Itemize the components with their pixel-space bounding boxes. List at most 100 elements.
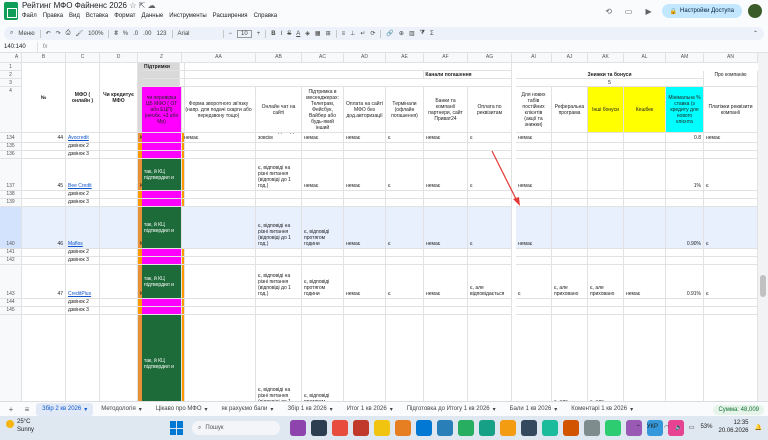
document-title[interactable]: Рейтинг МФО Файненс 2026 ☆ ⇱ ☁ [22, 1, 156, 10]
cell-ac[interactable]: є, відповіді протягом години [302, 265, 344, 299]
cell-ai[interactable]: немає [516, 159, 552, 191]
cell-ag[interactable]: є, але відповідається [468, 265, 512, 299]
cell-credit[interactable] [100, 159, 138, 191]
cell-aa[interactable] [182, 265, 256, 299]
cell-ad[interactable] [344, 307, 386, 315]
cell-am[interactable]: 1% [666, 159, 704, 191]
cell-aj[interactable]: є, але приховано [552, 265, 588, 299]
taskbar-app-icon[interactable] [563, 420, 579, 436]
col-header-no[interactable]: № [22, 63, 66, 133]
cell-z[interactable]: так, й КЦ підтвердил и [142, 159, 182, 191]
column-header[interactable]: AB [256, 53, 302, 63]
taskbar-app-icon[interactable] [395, 420, 411, 436]
all-sheets-icon[interactable]: ≡ [20, 405, 34, 414]
cell-an[interactable] [704, 249, 758, 257]
mfo-link[interactable]: Limon Credit [66, 315, 100, 401]
cell-ak[interactable] [588, 151, 624, 159]
sheet-tab[interactable]: Итог 1 кв 2026 ▾ [341, 403, 399, 416]
row-header[interactable]: 137 [0, 159, 22, 191]
cell-no[interactable]: 46 [22, 207, 66, 249]
cell-af[interactable]: немає [424, 133, 468, 143]
cell-af[interactable]: немає [424, 265, 468, 299]
chevron-down-icon[interactable]: ▾ [84, 406, 87, 413]
italic-button[interactable]: I [281, 31, 283, 37]
cell-am[interactable] [666, 151, 704, 159]
font-size-input[interactable]: 10 [237, 29, 252, 38]
cell-am[interactable] [666, 257, 704, 265]
cell-no[interactable] [22, 257, 66, 265]
cell-am[interactable] [666, 307, 704, 315]
cell-credit[interactable] [100, 133, 138, 143]
percent-button[interactable]: % [123, 31, 128, 37]
cell-z[interactable] [142, 151, 182, 159]
menu-item[interactable]: Файл [22, 13, 37, 19]
scroll-thumb[interactable] [760, 275, 766, 297]
cell-al[interactable] [624, 257, 666, 265]
cell-af[interactable] [424, 307, 468, 315]
name-box[interactable]: 140:140 [0, 41, 38, 53]
cell-ae[interactable]: є [386, 265, 424, 299]
cell-z[interactable] [142, 143, 182, 151]
cell-aj[interactable] [552, 307, 588, 315]
meet-icon[interactable]: ▶ [642, 4, 656, 18]
taskbar-search[interactable]: ⌕ Пошук [192, 421, 280, 435]
cell-al[interactable] [624, 133, 666, 143]
column-header[interactable]: C [66, 53, 100, 63]
cell-ad[interactable] [344, 249, 386, 257]
battery-icon[interactable]: ▭ [689, 424, 695, 431]
cell-ae[interactable] [386, 249, 424, 257]
cell-aj[interactable] [552, 159, 588, 191]
blank-cell[interactable] [142, 71, 424, 79]
cell-ae[interactable] [386, 299, 424, 307]
cell-aa[interactable] [182, 307, 256, 315]
cell-ac[interactable] [302, 307, 344, 315]
paint-format-icon[interactable]: 🖌 [75, 30, 83, 37]
column-header[interactable]: AK [588, 53, 624, 63]
cell-ad[interactable] [344, 151, 386, 159]
cell-am[interactable]: 0.90% [666, 315, 704, 401]
cell-am[interactable] [666, 191, 704, 199]
col-header-af[interactable]: Банки та компанії партнери, сайт Приват2… [424, 87, 468, 133]
cell-al[interactable] [624, 249, 666, 257]
cell-ab[interactable]: є, відповіді на різні питання (відповіді… [256, 207, 302, 249]
cell-ak[interactable] [588, 199, 624, 207]
column-header[interactable]: AF [424, 53, 468, 63]
decrease-decimal-button[interactable]: .0 [133, 31, 138, 37]
cell-ak[interactable] [588, 133, 624, 143]
cell-ai[interactable]: немає [516, 315, 552, 401]
fill-color-icon[interactable]: ◈ [305, 30, 310, 37]
cell-aa[interactable] [182, 159, 256, 191]
wifi-icon[interactable]: ◠ [664, 424, 669, 431]
cell-al[interactable] [624, 307, 666, 315]
cell-ac[interactable]: є, відповіді протягом години [302, 315, 344, 401]
column-header[interactable]: B [22, 53, 66, 63]
chevron-down-icon[interactable]: ▾ [205, 406, 208, 413]
cell-ak[interactable] [588, 249, 624, 257]
cell-ai[interactable] [516, 299, 552, 307]
sum-indicator[interactable]: Сумма: 48,009 [713, 405, 764, 415]
cell-aa[interactable] [182, 257, 256, 265]
mfo-link[interactable]: Bee Credit [66, 159, 100, 191]
cell-ac[interactable] [302, 257, 344, 265]
chevron-down-icon[interactable]: ▾ [330, 406, 333, 413]
sheet-tab[interactable]: Бали 1 кв 2026 ▾ [504, 403, 564, 416]
cell-no[interactable] [22, 191, 66, 199]
column-header[interactable]: AN [704, 53, 758, 63]
cell-ak[interactable] [588, 191, 624, 199]
cell-an[interactable] [704, 191, 758, 199]
taskbar-app-icon[interactable] [584, 420, 600, 436]
cell-ae[interactable] [386, 307, 424, 315]
cell-ak[interactable] [588, 159, 624, 191]
print-icon[interactable]: ⎙ [66, 30, 71, 37]
cell-ai[interactable] [516, 143, 552, 151]
cell-z[interactable] [142, 299, 182, 307]
bold-button[interactable]: B [271, 31, 275, 37]
cell-aa[interactable] [182, 249, 256, 257]
cell-ad[interactable]: немає [344, 159, 386, 191]
mfo-link[interactable]: CreditPlus [66, 265, 100, 299]
cell-al[interactable] [624, 191, 666, 199]
taskbar-app-icon[interactable] [605, 420, 621, 436]
start-icon[interactable] [170, 421, 184, 435]
column-header[interactable]: AC [302, 53, 344, 63]
align-icon[interactable]: ≡ [342, 31, 346, 37]
